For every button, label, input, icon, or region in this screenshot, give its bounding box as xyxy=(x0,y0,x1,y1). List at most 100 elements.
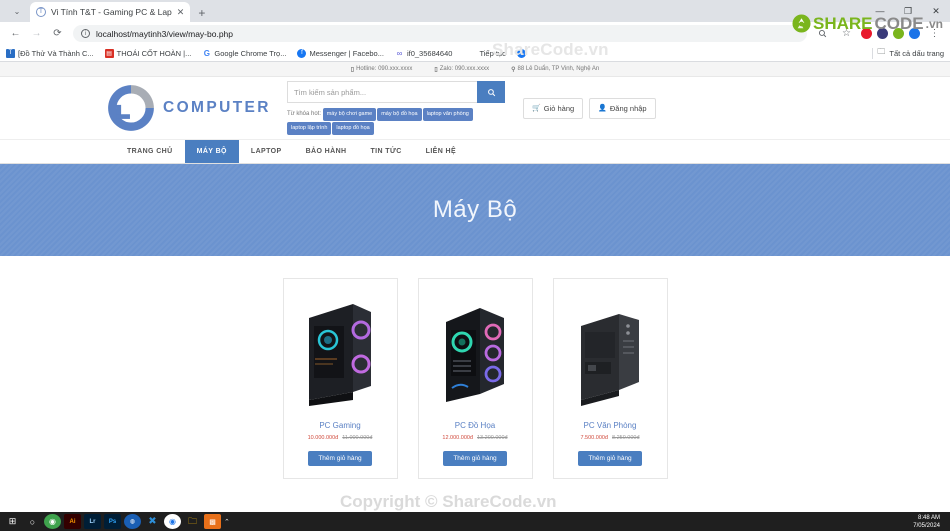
keyword-tag[interactable]: laptop đồ họa xyxy=(332,122,374,135)
bookmark-favicon-icon: ▤ xyxy=(104,48,114,58)
illustrator-icon[interactable]: Ai xyxy=(64,514,81,529)
tray-chevron-icon[interactable]: ⌃ xyxy=(224,518,230,526)
add-to-cart-button[interactable]: Thêm giỏ hàng xyxy=(578,451,642,466)
photoshop-icon[interactable]: Ps xyxy=(104,514,121,529)
search-button[interactable] xyxy=(477,81,505,103)
product-card[interactable]: PC Đồ Họa 12.000.000đ 13.200.000đ Thêm g… xyxy=(417,278,533,479)
nav-item-laptop[interactable]: LAPTOP xyxy=(239,140,294,163)
bookmark-item[interactable]: Tiếp tục xyxy=(479,49,505,58)
bookmark-item[interactable]: ▤ THOÁI CỐT HOÀN |... xyxy=(104,48,192,58)
product-name: PC Văn Phòng xyxy=(583,421,637,430)
cart-button[interactable]: 🛒 Giỏ hàng xyxy=(523,97,584,119)
bookmark-label: [Đồ Thử Và Thành C... xyxy=(18,48,94,58)
phone-icon: ▯ xyxy=(350,66,355,73)
app-orange-icon[interactable]: ▩ xyxy=(204,514,221,529)
keyword-tag[interactable]: laptop lập trình xyxy=(287,122,332,135)
window-close-button[interactable]: ✕ xyxy=(922,0,950,22)
keyword-tag[interactable]: máy bộ chơi game xyxy=(322,108,377,121)
tab-search-icon[interactable]: ⌄ xyxy=(4,2,30,20)
tab-close-icon[interactable]: ✕ xyxy=(177,7,185,18)
site-contact-bar: ▯ Hotline: 090.xxx.xxxx ▯ Zalo: 090.xxx.… xyxy=(0,62,950,77)
extension-icon[interactable] xyxy=(877,28,888,39)
nav-item-trang-chu[interactable]: TRANG CHỦ xyxy=(115,140,185,163)
zalo-info: ▯ Zalo: 090.xxx.xxxx xyxy=(434,66,489,73)
nav-item-tin-tuc[interactable]: TIN TỨC xyxy=(358,140,413,163)
address-text: 88 Lê Duẩn, TP Vinh, Nghệ An xyxy=(517,66,600,72)
price-current: 10.000.000đ xyxy=(307,435,339,441)
address-bar[interactable]: i localhost/maytinh3/view/may-bo.php xyxy=(73,25,807,42)
all-bookmarks-button[interactable]: 🗀 Tất cả dấu trang xyxy=(872,46,944,60)
start-icon[interactable]: ⊞ xyxy=(4,514,21,529)
bookmark-item[interactable]: f Messenger | Facebo... xyxy=(297,48,384,58)
toolbar-right-actions: ☆ ⋮ xyxy=(813,24,944,43)
price-original: 8.250.000đ xyxy=(612,435,640,441)
bookmark-item[interactable]: G Google Chrome Trọ... xyxy=(202,48,287,58)
pc-case-graphics-icon xyxy=(446,308,504,402)
product-image-graphics xyxy=(425,287,526,415)
price-original: 13.200.000đ xyxy=(477,435,508,441)
nav-item-lien-he[interactable]: LIÊN HỆ xyxy=(414,140,468,163)
media-icon[interactable]: ◍ xyxy=(124,514,141,529)
browser-tab[interactable]: T Vi Tính T&T - Gaming PC & Lap ✕ xyxy=(30,2,191,22)
clock-time: 8:48 AM xyxy=(917,514,940,521)
price-row: 12.000.000đ 13.200.000đ xyxy=(442,435,507,441)
bookmark-star-icon[interactable]: ☆ xyxy=(837,24,856,43)
reload-icon[interactable]: ⟳ xyxy=(48,24,67,43)
search-area: Tìm kiếm sản phẩm... Từ khóa hot: máy bộ… xyxy=(287,81,505,135)
hot-keywords-label: Từ khóa hot: xyxy=(287,111,322,117)
tab-strip: ⌄ T Vi Tính T&T - Gaming PC & Lap ✕ + — … xyxy=(0,0,950,22)
extension-2-icon[interactable] xyxy=(893,28,904,39)
search-icon xyxy=(487,88,495,96)
divider xyxy=(872,47,874,59)
product-grid: PC Gaming 10.000.000đ 11.000.000đ Thêm g… xyxy=(0,256,950,479)
bookmark-label: if0_35684640 xyxy=(406,48,453,58)
bookmark-item[interactable]: T [Đồ Thử Và Thành C... xyxy=(6,48,94,58)
login-button[interactable]: 👤 Đăng nhập xyxy=(589,97,656,119)
phone-icon: ▯ xyxy=(434,66,438,73)
opera-extension-icon[interactable] xyxy=(861,28,872,39)
taskbar-clock[interactable]: 8:48 AM 7/05/2024 xyxy=(913,514,950,530)
product-name: PC Gaming xyxy=(319,421,361,430)
add-to-cart-button[interactable]: Thêm giỏ hàng xyxy=(308,451,372,466)
browser-toolbar: ← → ⟳ i localhost/maytinh3/view/may-bo.p… xyxy=(0,22,950,45)
back-icon[interactable]: ← xyxy=(6,24,25,43)
tab-title: Vi Tính T&T - Gaming PC & Lap xyxy=(51,7,172,17)
price-current: 7.500.000đ xyxy=(580,435,608,441)
keyword-tag[interactable]: laptop văn phòng xyxy=(422,108,473,121)
product-card[interactable]: PC Gaming 10.000.000đ 11.000.000đ Thêm g… xyxy=(282,278,398,479)
product-image-gaming xyxy=(290,287,391,415)
zoom-icon[interactable] xyxy=(813,24,832,43)
nav-item-may-bo[interactable]: MÁY BỘ xyxy=(184,140,239,163)
product-card[interactable]: PC Văn Phòng 7.500.000đ 8.250.000đ Thêm … xyxy=(552,278,668,479)
minimize-button[interactable]: — xyxy=(866,0,894,22)
profile-avatar[interactable] xyxy=(909,28,920,39)
chrome-icon[interactable]: ◉ xyxy=(164,514,181,529)
chrome-menu-icon[interactable]: ⋮ xyxy=(925,24,944,43)
address-info: ⚲ 88 Lê Duẩn, TP Vinh, Nghệ An xyxy=(511,66,599,73)
maximize-button[interactable]: ❐ xyxy=(894,0,922,22)
nav-item-bao-hanh[interactable]: BẢO HÀNH xyxy=(294,140,359,163)
hotline-info: ▯ Hotline: 090.xxx.xxxx xyxy=(351,66,413,73)
site-info-icon[interactable]: i xyxy=(81,29,90,38)
app-green-icon[interactable]: ◉ xyxy=(44,514,61,529)
bookmark-item[interactable]: f xyxy=(516,48,526,58)
search-input[interactable]: Tìm kiếm sản phẩm... xyxy=(287,81,477,103)
facebook-icon: f xyxy=(297,48,307,58)
explorer-icon[interactable]: 🗀 xyxy=(184,514,201,529)
google-icon: G xyxy=(203,48,210,58)
new-tab-button[interactable]: + xyxy=(198,6,205,20)
search-icon[interactable]: ○ xyxy=(24,514,41,529)
add-to-cart-button[interactable]: Thêm giỏ hàng xyxy=(443,451,507,466)
zalo-text: Zalo: 090.xxx.xxxx xyxy=(439,66,490,72)
vscode-icon[interactable]: ✖ xyxy=(144,514,161,529)
hot-keywords: Từ khóa hot: máy bộ chơi game máy bộ đồ h… xyxy=(287,107,505,135)
system-tray[interactable]: ⌃ xyxy=(224,518,230,526)
bookmark-item[interactable]: ∞ if0_35684640 xyxy=(395,48,453,58)
bookmark-label: THOÁI CỐT HOÀN |... xyxy=(116,48,192,58)
site-logo[interactable]: COMPUTER xyxy=(105,82,280,134)
lightroom-icon[interactable]: Lr xyxy=(84,514,101,529)
tt-logo-icon xyxy=(105,82,157,134)
keyword-tag[interactable]: máy bộ đồ họa xyxy=(377,108,422,121)
facebook-icon: f xyxy=(516,48,526,58)
forward-icon[interactable]: → xyxy=(27,24,46,43)
